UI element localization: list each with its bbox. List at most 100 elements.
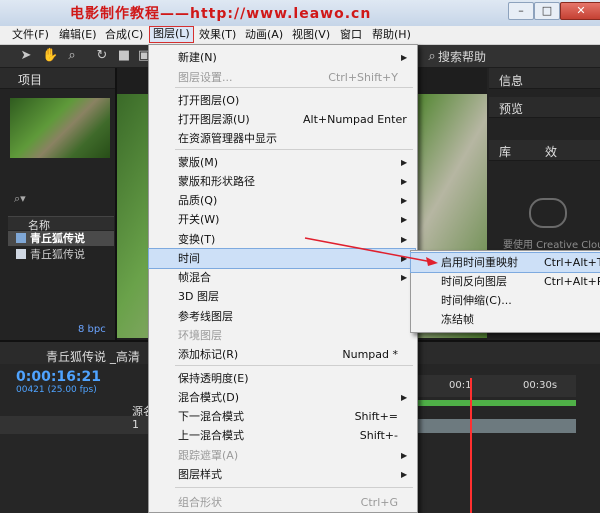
layer-menu-item[interactable]: 蒙版和形状路径 ▶: [149, 172, 415, 191]
layer-menu-item[interactable]: 开关(W) ▶: [149, 210, 415, 229]
layer-menu-item[interactable]: 品质(Q) ▶: [149, 191, 415, 210]
layer-menu-item[interactable]: 参考线图层: [149, 307, 415, 326]
layer-menu-item[interactable]: 打开图层源(U) Alt+Numpad Enter: [149, 110, 415, 129]
layer-menu-item[interactable]: 下一混合模式 Shift+=: [149, 407, 415, 426]
layer-menu-item[interactable]: 变换(T) ▶: [149, 230, 415, 249]
hand-tool-icon[interactable]: ✋: [42, 48, 58, 64]
layer-menu-item[interactable]: 添加标记(R) Numpad *: [149, 345, 415, 364]
time-submenu-item[interactable]: 时间反向图层 Ctrl+Alt+R: [411, 272, 600, 291]
menu-item-label: 蒙版(M): [178, 156, 219, 169]
menu-file[interactable]: 文件(F): [9, 27, 52, 42]
menu-effect[interactable]: 效果(T): [196, 27, 239, 42]
submenu-arrow-icon: ▶: [401, 158, 408, 167]
submenu-item-label: 冻结帧: [441, 313, 474, 326]
time-ruler[interactable]: 00:1 00:30s: [415, 375, 576, 397]
menu-item-label: 混合模式(D): [178, 391, 240, 404]
layer-menu-item[interactable]: 在资源管理器中显示: [149, 129, 415, 148]
selection-tool-icon[interactable]: ➤: [18, 48, 34, 64]
layer-menu-item: 图层设置... Ctrl+Shift+Y: [149, 68, 415, 87]
layer-menu-item[interactable]: 保持透明度(E): [149, 369, 415, 388]
submenu-arrow-icon: ▶: [401, 235, 408, 244]
minimize-button[interactable]: –: [508, 2, 534, 20]
menu-view[interactable]: 视图(V): [289, 27, 333, 42]
layer-menu-item[interactable]: 蒙版(M) ▶: [149, 153, 415, 172]
layer-menu-item[interactable]: 打开图层(O): [149, 91, 415, 110]
project-column-header: 名称: [8, 216, 114, 232]
footage-thumbnail: [10, 98, 110, 158]
tab-info[interactable]: 信息: [499, 72, 523, 89]
footage-file-icon: [16, 249, 26, 259]
menu-animation[interactable]: 动画(A): [242, 27, 286, 42]
time-submenu-item[interactable]: 冻结帧: [411, 310, 600, 329]
menu-layer[interactable]: 图层(L): [149, 26, 194, 43]
layer-menu-item[interactable]: 3D 图层: [149, 287, 415, 306]
menu-item-label: 3D 图层: [178, 290, 219, 303]
menu-item-label: 参考线图层: [178, 310, 233, 323]
title-bar: 电影制作教程——http://www.leawo.cn – □ ✕: [0, 0, 600, 26]
layer-menu-item: 跟踪遮罩(A) ▶: [149, 446, 415, 465]
tab-library[interactable]: 库: [499, 143, 511, 160]
menu-composition[interactable]: 合成(C): [102, 27, 146, 42]
menu-item-label: 图层样式: [178, 468, 222, 481]
search-help-label[interactable]: 搜索帮助: [438, 48, 486, 65]
layer-index: 1: [132, 418, 139, 431]
menu-help[interactable]: 帮助(H): [369, 27, 414, 42]
menu-item-label: 下一混合模式: [178, 410, 244, 423]
menu-separator: [175, 87, 413, 88]
layer-menu-item[interactable]: 帧混合 ▶: [149, 268, 415, 287]
close-button[interactable]: ✕: [560, 2, 600, 20]
current-time-display[interactable]: 0:00:16:21: [16, 369, 101, 385]
layer-menu-item[interactable]: 新建(N) ▶: [149, 48, 415, 67]
submenu-arrow-icon: ▶: [401, 393, 408, 402]
layer-menu-item[interactable]: 时间 ▶: [148, 248, 416, 269]
maximize-button[interactable]: □: [534, 2, 560, 20]
submenu-arrow-icon: ▶: [401, 177, 408, 186]
time-submenu-item[interactable]: 时间伸缩(C)...: [411, 291, 600, 310]
tab-preview[interactable]: 预览: [499, 100, 523, 117]
menu-item-label: 变换(T): [178, 233, 216, 246]
tab-effects[interactable]: 效: [545, 143, 557, 160]
layer-menu-item[interactable]: 上一混合模式 Shift+-: [149, 426, 415, 445]
menu-item-label: 帧混合: [178, 271, 211, 284]
menu-separator: [175, 365, 413, 366]
creative-cloud-message: 要使用 Creative Cloud: [503, 240, 600, 251]
rotate-tool-icon[interactable]: ↻: [94, 48, 110, 64]
layer-menu-item[interactable]: 图层样式 ▶: [149, 465, 415, 484]
menu-window[interactable]: 窗口: [337, 27, 365, 42]
submenu-item-shortcut: Ctrl+Alt+T: [544, 256, 600, 269]
layer-duration-bar[interactable]: [415, 419, 576, 433]
project-item-footage[interactable]: 青丘狐传说: [8, 247, 114, 262]
submenu-arrow-icon: ▶: [401, 273, 408, 282]
time-submenu-item[interactable]: 启用时间重映射 Ctrl+Alt+T: [410, 252, 600, 273]
menu-separator: [175, 149, 413, 150]
creative-cloud-icon: [529, 198, 567, 228]
layer-menu-item: 组合形状 Ctrl+G: [149, 493, 415, 512]
submenu-arrow-icon: ▶: [401, 53, 408, 62]
menu-item-label: 新建(N): [178, 51, 217, 64]
camera-tool-icon[interactable]: ■: [116, 48, 132, 64]
project-search-icon[interactable]: ⌕▾: [14, 192, 26, 206]
playhead[interactable]: [470, 378, 472, 513]
menu-item-label: 组合形状: [178, 496, 222, 509]
submenu-arrow-icon: ▶: [401, 215, 408, 224]
work-area-bar[interactable]: [415, 400, 576, 406]
menu-item-label: 打开图层(O): [178, 94, 240, 107]
menu-item-shortcut: Ctrl+Shift+Y: [328, 71, 398, 84]
menu-item-shortcut: Shift+-: [359, 429, 398, 442]
bit-depth-button[interactable]: 8 bpc: [78, 324, 106, 335]
submenu-arrow-icon: ▶: [401, 254, 408, 263]
menu-item-label: 添加标记(R): [178, 348, 239, 361]
tab-composition[interactable]: 青丘狐传说 _高清: [46, 348, 140, 365]
project-panel: 项目 ⌕▾ 名称 青丘狐传说 青丘狐传说 8 bpc: [0, 68, 117, 340]
project-item-composition[interactable]: 青丘狐传说: [8, 231, 114, 246]
tab-project[interactable]: 项目: [18, 71, 42, 88]
layer-menu-item[interactable]: 混合模式(D) ▶: [149, 388, 415, 407]
menu-item-shortcut: Ctrl+G: [360, 496, 398, 509]
menu-item-shortcut: Numpad *: [342, 348, 398, 361]
menu-item-label: 蒙版和形状路径: [178, 175, 255, 188]
timeline-layer-row[interactable]: 1: [0, 416, 150, 434]
menu-item-shortcut: Alt+Numpad Enter: [303, 113, 407, 126]
menu-edit[interactable]: 编辑(E): [56, 27, 100, 42]
menu-item-shortcut: Shift+=: [354, 410, 398, 423]
zoom-tool-icon[interactable]: ⌕: [64, 48, 80, 64]
